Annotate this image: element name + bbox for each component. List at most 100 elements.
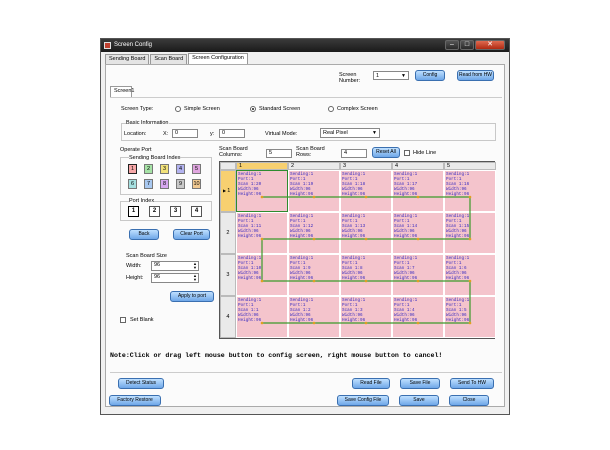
chevron-down-icon: ▼ — [401, 73, 406, 79]
virtual-mode-select[interactable]: Real Pixel ▼ — [320, 128, 380, 138]
sending-board-button[interactable]: 9 — [176, 179, 185, 189]
route-node — [416, 195, 420, 199]
sending-board-button[interactable]: 2 — [144, 164, 153, 174]
minimize-button[interactable]: – — [445, 40, 459, 50]
route-node — [312, 237, 316, 241]
factory-restore-button[interactable]: Factory Restore — [109, 395, 161, 406]
clear-port-button[interactable]: Clear Port — [173, 229, 210, 240]
scan-route-lines — [260, 195, 472, 325]
scan-board-rows-label: Scan Board Rows: — [296, 146, 325, 158]
save-config-file-button[interactable]: Save Config File — [337, 395, 389, 406]
config-button[interactable]: Config — [415, 70, 445, 81]
set-blank-checkbox[interactable] — [120, 317, 126, 323]
route-node — [260, 237, 264, 241]
standard-screen-label: Standard Screen — [259, 106, 301, 112]
sending-board-button[interactable]: 5 — [192, 164, 201, 174]
route-node — [468, 237, 472, 241]
screen-number-select[interactable]: 1 ▼ — [373, 71, 409, 80]
sending-board-button[interactable]: 6 — [128, 179, 137, 189]
port-index-label: Port Index — [129, 198, 155, 204]
save-file-button[interactable]: Save File — [400, 378, 440, 389]
screen-number-value: 1 — [376, 73, 380, 79]
route-node — [364, 279, 368, 283]
sending-board-button[interactable]: 7 — [144, 179, 153, 189]
width-label: Width: — [126, 263, 142, 269]
basic-information-label: Basic Information — [126, 120, 169, 126]
maximize-button[interactable]: □ — [460, 40, 474, 50]
back-button[interactable]: Back — [129, 229, 159, 240]
tab-screen-configuration[interactable]: Screen Configuration — [188, 53, 248, 64]
scan-board-rows-input[interactable]: 4 — [341, 149, 367, 158]
route-node — [416, 321, 420, 325]
screen-number-label: Screen Number: — [339, 72, 361, 84]
operate-port-label: Operate Port — [120, 147, 152, 153]
send-to-hw-button[interactable]: Send To HW — [450, 378, 494, 389]
sending-board-button[interactable]: 10 — [192, 179, 201, 189]
hide-line-checkbox[interactable] — [404, 150, 410, 156]
sending-board-button[interactable]: 4 — [176, 164, 185, 174]
screen-grid[interactable]: 1 2 3 4 5 ▶ 1 2 3 4 Sending:1 Port:1 Scan 1:20 Wi… — [219, 161, 496, 339]
scan-board-size-label: Scan Board Size — [126, 253, 167, 259]
screen-type-label: Screen Type: — [121, 106, 154, 112]
route-node — [468, 195, 472, 199]
route-node — [260, 321, 264, 325]
route-node — [364, 195, 368, 199]
route-node — [468, 279, 472, 283]
sending-board-button[interactable]: 8 — [160, 179, 169, 189]
port-index-button[interactable]: 2 — [149, 206, 160, 217]
tab-screen1[interactable]: Screen1 — [110, 86, 135, 97]
scan-route-path — [261, 196, 471, 324]
location-x-input[interactable]: 0 — [172, 129, 198, 138]
scan-board-columns-input[interactable]: 5 — [266, 149, 292, 158]
window-title: Screen Config — [114, 42, 153, 48]
route-node — [312, 279, 316, 283]
app-icon — [104, 42, 111, 49]
route-node — [416, 279, 420, 283]
inner-tab-divider — [110, 97, 502, 98]
route-node — [468, 321, 472, 325]
port-index-button[interactable]: 3 — [170, 206, 181, 217]
complex-screen-label: Complex Screen — [337, 106, 378, 112]
width-stepper-icon[interactable]: ▲ ▼ — [193, 262, 197, 270]
tab-scan-board[interactable]: Scan Board — [150, 54, 188, 64]
close-window-button[interactable]: ✕ — [475, 40, 505, 50]
route-node — [364, 321, 368, 325]
height-stepper-icon[interactable]: ▲ ▼ — [193, 274, 197, 282]
location-label: Location: — [124, 131, 147, 137]
read-file-button[interactable]: Read File — [352, 378, 390, 389]
sending-board-index-label: Sending Board Index — [129, 155, 181, 161]
reset-all-button[interactable]: Reset All — [372, 147, 400, 158]
screen-config-window: Screen Config – □ ✕ Sending Board Scan B… — [100, 38, 510, 415]
simple-screen-radio[interactable] — [175, 106, 181, 112]
virtual-mode-value: Real Pixel — [323, 130, 348, 136]
chevron-down-icon: ▼ — [372, 130, 377, 136]
location-y-input[interactable]: 0 — [219, 129, 245, 138]
height-input[interactable]: 96 ▲ ▼ — [151, 273, 199, 283]
route-node — [416, 237, 420, 241]
x-label: X: — [163, 131, 169, 137]
height-label: Height: — [126, 275, 144, 281]
route-node — [312, 195, 316, 199]
detect-status-button[interactable]: Detect Status — [118, 378, 164, 389]
tab-sending-board[interactable]: Sending Board — [105, 54, 150, 64]
route-node — [312, 321, 316, 325]
save-button[interactable]: Save — [399, 395, 439, 406]
width-input[interactable]: 96 ▲ ▼ — [151, 261, 199, 271]
complex-screen-radio[interactable] — [328, 106, 334, 112]
sending-board-index-group — [120, 157, 212, 195]
scan-board-columns-label: Scan Board Columns: — [219, 146, 248, 158]
standard-screen-radio[interactable] — [250, 106, 256, 112]
y-label: y: — [210, 131, 215, 137]
port-index-button[interactable]: 1 — [128, 206, 139, 217]
read-from-hw-button[interactable]: Read from HW — [457, 70, 494, 81]
screen-configuration-panel: Screen Number: 1 ▼ Config Read from HW S… — [105, 64, 505, 407]
route-node — [260, 195, 264, 199]
sending-board-button[interactable]: 3 — [160, 164, 169, 174]
hide-line-label: Hide Line — [413, 150, 437, 156]
sending-board-button[interactable]: 1 — [128, 164, 137, 174]
apply-to-port-button[interactable]: Apply to port — [170, 291, 214, 302]
instruction-note: Note:Click or drag left mouse button to … — [110, 352, 443, 359]
close-button[interactable]: Close — [449, 395, 489, 406]
set-blank-label: Set Blank — [130, 317, 154, 323]
port-index-button[interactable]: 4 — [191, 206, 202, 217]
